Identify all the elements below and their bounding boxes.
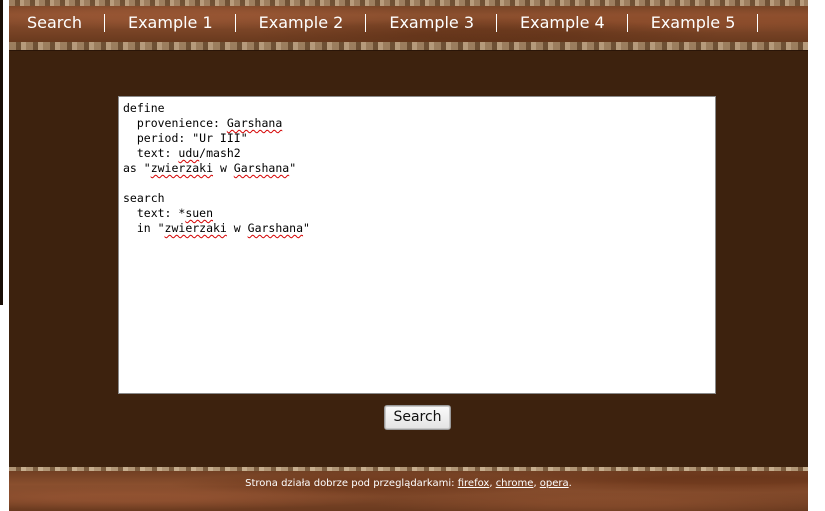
nav-item-example-4[interactable]: Example 4: [497, 10, 627, 36]
nav-menu: Search Example 1 Example 2 Example 3 Exa…: [9, 9, 759, 37]
query-line-period: period: "Ur III": [123, 131, 248, 145]
nav-item-example-3[interactable]: Example 3: [366, 10, 496, 36]
query-line-as: as ": [123, 161, 151, 175]
opera-link[interactable]: opera: [540, 478, 569, 489]
footer-browser-note: Strona działa dobrze pod przeglądarkami:…: [9, 478, 808, 489]
left-page-edge: [0, 0, 9, 511]
misspelled-word: Garshana: [233, 161, 290, 175]
nav-item-example-5[interactable]: Example 5: [628, 10, 758, 36]
chrome-link[interactable]: chrome: [496, 478, 534, 489]
top-bar-decorative-edge: [9, 0, 808, 6]
top-navigation-bar: Search Example 1 Example 2 Example 3 Exa…: [9, 0, 808, 51]
firefox-link[interactable]: firefox: [458, 478, 490, 489]
query-text: w: [226, 221, 248, 235]
query-editor-textarea[interactable]: define provenience: Garshana period: "Ur…: [118, 96, 716, 394]
misspelled-word: Garshana: [247, 221, 304, 235]
footer-suffix: .: [568, 478, 572, 489]
misspelled-word: udu: [178, 146, 200, 160]
query-line-in: in ": [123, 221, 165, 235]
nav-separator: [757, 14, 759, 32]
query-line-search-text: text: *: [123, 206, 186, 220]
footer: Strona działa dobrze pod przeglądarkami:…: [9, 467, 808, 511]
left-page-edge-shadow: [0, 0, 3, 305]
query-line-search: search: [123, 191, 165, 205]
nav-item-example-1[interactable]: Example 1: [105, 10, 235, 36]
query-line-text-rest: /mash2: [199, 146, 241, 160]
footer-decorative-edge: [9, 467, 808, 471]
nav-item-search[interactable]: Search: [9, 10, 104, 36]
query-text: w: [213, 161, 234, 175]
top-bar-decorative-edge-bottom: [9, 42, 808, 50]
misspelled-word: zwierzaki: [164, 221, 227, 235]
page-frame: Search Example 1 Example 2 Example 3 Exa…: [9, 0, 808, 511]
query-line-provenience: provenience:: [123, 116, 227, 130]
misspelled-word: zwierzaki: [150, 161, 214, 175]
search-button[interactable]: Search: [384, 405, 451, 430]
footer-prefix: Strona działa dobrze pod przeglądarkami:: [245, 478, 458, 489]
query-line-text: text:: [123, 146, 179, 160]
nav-item-example-2[interactable]: Example 2: [236, 10, 366, 36]
query-line-define: define: [123, 101, 165, 115]
query-text: ": [303, 221, 310, 235]
misspelled-word: Garshana: [226, 116, 283, 130]
misspelled-word: suen: [185, 206, 214, 220]
query-text: ": [289, 161, 297, 175]
right-page-edge: [808, 0, 825, 511]
